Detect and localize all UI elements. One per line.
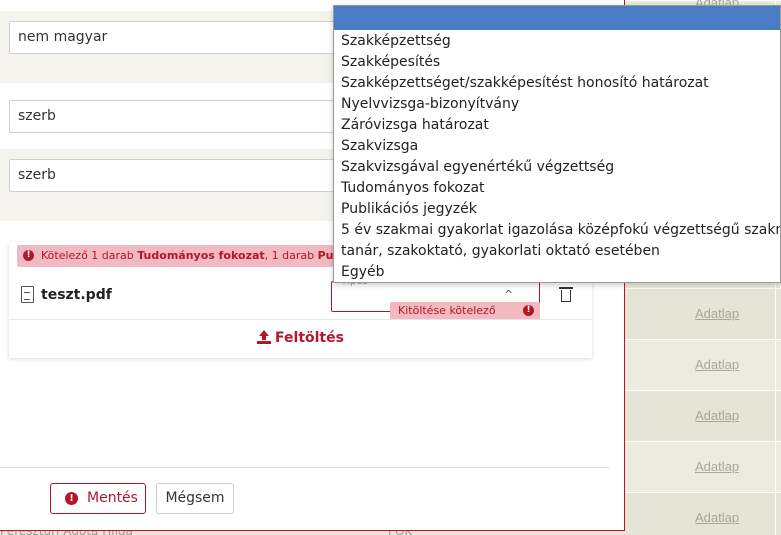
exclamation-icon: ! (523, 305, 534, 316)
alert-text: Kötelező 1 darab (41, 249, 138, 262)
language-field-1[interactable]: szerb (9, 100, 349, 133)
save-button[interactable]: ! Mentés (50, 483, 146, 514)
dropdown-option[interactable]: Szakvizsga (334, 136, 780, 157)
upload-label: Feltöltés (275, 330, 344, 346)
document-type-dropdown[interactable]: Szakképzettség Szakképesítés Szakképzett… (333, 5, 781, 283)
required-documents-alert: ! Kötelező 1 darab Tudományos fokozat, 1… (17, 245, 347, 267)
adatlap-link[interactable]: Adatlap (695, 510, 739, 525)
required-badge: Kitöltése kötelező ! (390, 302, 540, 320)
dropdown-option[interactable]: Egyéb (334, 262, 780, 282)
table-row: Adatlap (623, 390, 781, 441)
file-name: teszt.pdf (41, 287, 112, 303)
cancel-button[interactable]: Mégsem (156, 483, 234, 514)
alert-strong: Tudományos fokozat (137, 249, 265, 262)
dropdown-option[interactable]: Szakképzettség (334, 31, 780, 52)
dropdown-option[interactable]: Tudományos fokozat (334, 178, 780, 199)
file-icon (21, 286, 34, 303)
exclamation-icon: ! (23, 250, 34, 261)
upload-icon (257, 330, 272, 344)
dropdown-option[interactable]: Publikációs jegyzék (334, 199, 780, 220)
required-text: Kitöltése kötelező (398, 304, 496, 317)
dropdown-option[interactable]: Záróvizsga határozat (334, 115, 780, 136)
adatlap-link[interactable]: Adatlap (695, 408, 739, 423)
save-label: Mentés (87, 490, 138, 506)
table-row: Adatlap (623, 492, 781, 535)
dropdown-option[interactable]: Szakképesítés (334, 52, 780, 73)
dropdown-option[interactable]: Nyelvvizsga-bizonyítvány (334, 94, 780, 115)
dropdown-option[interactable]: 5 év szakmai gyakorlat igazolása középfo… (334, 220, 780, 241)
table-row: Adatlap (623, 288, 781, 339)
adatlap-link[interactable]: Adatlap (695, 459, 739, 474)
nationality-field[interactable]: nem magyar (9, 21, 349, 54)
trash-icon[interactable] (559, 287, 573, 302)
upload-button[interactable]: Feltöltés (9, 330, 592, 346)
dropdown-option[interactable]: Szakvizsgával egyenértékű végzettség (334, 157, 780, 178)
chevron-up-icon: ^ (504, 288, 514, 301)
table-row: Adatlap (623, 339, 781, 390)
footer-divider (0, 467, 609, 468)
adatlap-link[interactable]: Adatlap (695, 357, 739, 372)
dropdown-option-empty-selected[interactable] (334, 6, 780, 30)
dropdown-option[interactable]: Szakképzettséget/szakképesítést honosító… (334, 73, 780, 94)
alert-text: , 1 darab (264, 249, 318, 262)
dropdown-option-continued[interactable]: tanár, szakoktató, gyakorlati oktató ese… (334, 241, 780, 262)
language-field-2[interactable]: szerb (9, 159, 349, 192)
adatlap-link[interactable]: Adatlap (695, 306, 739, 321)
table-row: Adatlap (623, 441, 781, 492)
exclamation-icon: ! (65, 492, 78, 505)
card-divider (9, 319, 592, 320)
